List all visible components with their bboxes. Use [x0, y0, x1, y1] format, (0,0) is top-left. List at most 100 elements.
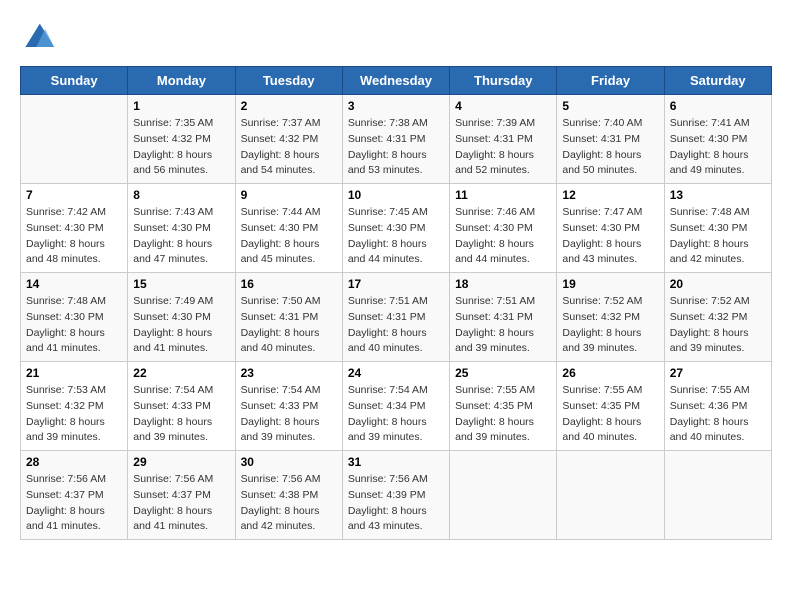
day-cell: 28 Sunrise: 7:56 AMSunset: 4:37 PMDayligh…	[21, 451, 128, 540]
day-cell: 4 Sunrise: 7:39 AMSunset: 4:31 PMDaylight…	[450, 95, 557, 184]
day-cell	[664, 451, 771, 540]
day-number: 27	[670, 366, 766, 380]
header-day-sunday: Sunday	[21, 67, 128, 95]
day-cell	[557, 451, 664, 540]
day-info: Sunrise: 7:55 AMSunset: 4:36 PMDaylight:…	[670, 383, 766, 446]
page-header	[20, 20, 772, 56]
week-row-1: 1 Sunrise: 7:35 AMSunset: 4:32 PMDaylight…	[21, 95, 772, 184]
day-info: Sunrise: 7:48 AMSunset: 4:30 PMDaylight:…	[670, 205, 766, 268]
day-info: Sunrise: 7:45 AMSunset: 4:30 PMDaylight:…	[348, 205, 444, 268]
day-info: Sunrise: 7:40 AMSunset: 4:31 PMDaylight:…	[562, 116, 658, 179]
day-number: 11	[455, 188, 551, 202]
day-info: Sunrise: 7:35 AMSunset: 4:32 PMDaylight:…	[133, 116, 229, 179]
logo	[20, 20, 60, 56]
day-info: Sunrise: 7:37 AMSunset: 4:32 PMDaylight:…	[241, 116, 337, 179]
day-info: Sunrise: 7:51 AMSunset: 4:31 PMDaylight:…	[348, 294, 444, 357]
day-number: 7	[26, 188, 122, 202]
day-info: Sunrise: 7:44 AMSunset: 4:30 PMDaylight:…	[241, 205, 337, 268]
day-info: Sunrise: 7:50 AMSunset: 4:31 PMDaylight:…	[241, 294, 337, 357]
day-number: 9	[241, 188, 337, 202]
day-cell: 30 Sunrise: 7:56 AMSunset: 4:38 PMDayligh…	[235, 451, 342, 540]
day-cell: 16 Sunrise: 7:50 AMSunset: 4:31 PMDayligh…	[235, 273, 342, 362]
day-number: 17	[348, 277, 444, 291]
day-info: Sunrise: 7:54 AMSunset: 4:33 PMDaylight:…	[241, 383, 337, 446]
day-cell: 5 Sunrise: 7:40 AMSunset: 4:31 PMDaylight…	[557, 95, 664, 184]
day-cell: 23 Sunrise: 7:54 AMSunset: 4:33 PMDayligh…	[235, 362, 342, 451]
day-cell: 24 Sunrise: 7:54 AMSunset: 4:34 PMDayligh…	[342, 362, 449, 451]
day-number: 4	[455, 99, 551, 113]
day-info: Sunrise: 7:52 AMSunset: 4:32 PMDaylight:…	[670, 294, 766, 357]
header-day-wednesday: Wednesday	[342, 67, 449, 95]
header-day-saturday: Saturday	[664, 67, 771, 95]
day-number: 24	[348, 366, 444, 380]
day-cell	[21, 95, 128, 184]
day-cell: 26 Sunrise: 7:55 AMSunset: 4:35 PMDayligh…	[557, 362, 664, 451]
day-info: Sunrise: 7:54 AMSunset: 4:33 PMDaylight:…	[133, 383, 229, 446]
day-info: Sunrise: 7:46 AMSunset: 4:30 PMDaylight:…	[455, 205, 551, 268]
day-number: 20	[670, 277, 766, 291]
day-info: Sunrise: 7:51 AMSunset: 4:31 PMDaylight:…	[455, 294, 551, 357]
day-number: 8	[133, 188, 229, 202]
day-number: 21	[26, 366, 122, 380]
calendar-body: 1 Sunrise: 7:35 AMSunset: 4:32 PMDaylight…	[21, 95, 772, 540]
day-number: 6	[670, 99, 766, 113]
day-info: Sunrise: 7:43 AMSunset: 4:30 PMDaylight:…	[133, 205, 229, 268]
week-row-3: 14 Sunrise: 7:48 AMSunset: 4:30 PMDayligh…	[21, 273, 772, 362]
day-cell: 20 Sunrise: 7:52 AMSunset: 4:32 PMDayligh…	[664, 273, 771, 362]
day-cell: 1 Sunrise: 7:35 AMSunset: 4:32 PMDaylight…	[128, 95, 235, 184]
day-cell: 18 Sunrise: 7:51 AMSunset: 4:31 PMDayligh…	[450, 273, 557, 362]
day-cell: 10 Sunrise: 7:45 AMSunset: 4:30 PMDayligh…	[342, 184, 449, 273]
day-cell: 14 Sunrise: 7:48 AMSunset: 4:30 PMDayligh…	[21, 273, 128, 362]
day-number: 26	[562, 366, 658, 380]
day-number: 16	[241, 277, 337, 291]
day-info: Sunrise: 7:41 AMSunset: 4:30 PMDaylight:…	[670, 116, 766, 179]
day-info: Sunrise: 7:48 AMSunset: 4:30 PMDaylight:…	[26, 294, 122, 357]
day-cell: 22Sunrise: 7:54 AMSunset: 4:33 PMDayligh…	[128, 362, 235, 451]
day-cell: 2Sunrise: 7:37 AMSunset: 4:32 PMDaylight…	[235, 95, 342, 184]
day-cell: 9 Sunrise: 7:44 AMSunset: 4:30 PMDaylight…	[235, 184, 342, 273]
day-cell: 3 Sunrise: 7:38 AMSunset: 4:31 PMDaylight…	[342, 95, 449, 184]
day-number: 13	[670, 188, 766, 202]
day-number: 10	[348, 188, 444, 202]
day-number: 29	[133, 455, 229, 469]
day-cell: 25Sunrise: 7:55 AMSunset: 4:35 PMDayligh…	[450, 362, 557, 451]
day-number: 23	[241, 366, 337, 380]
day-number: 5	[562, 99, 658, 113]
day-cell	[450, 451, 557, 540]
header-row: SundayMondayTuesdayWednesdayThursdayFrid…	[21, 67, 772, 95]
day-info: Sunrise: 7:55 AMSunset: 4:35 PMDaylight:…	[562, 383, 658, 446]
day-cell: 13 Sunrise: 7:48 AMSunset: 4:30 PMDayligh…	[664, 184, 771, 273]
logo-icon	[20, 20, 56, 56]
day-info: Sunrise: 7:38 AMSunset: 4:31 PMDaylight:…	[348, 116, 444, 179]
day-cell: 17 Sunrise: 7:51 AMSunset: 4:31 PMDayligh…	[342, 273, 449, 362]
day-info: Sunrise: 7:56 AMSunset: 4:38 PMDaylight:…	[241, 472, 337, 535]
day-info: Sunrise: 7:39 AMSunset: 4:31 PMDaylight:…	[455, 116, 551, 179]
day-cell: 6 Sunrise: 7:41 AMSunset: 4:30 PMDaylight…	[664, 95, 771, 184]
day-info: Sunrise: 7:49 AMSunset: 4:30 PMDaylight:…	[133, 294, 229, 357]
day-number: 31	[348, 455, 444, 469]
week-row-4: 21 Sunrise: 7:53 AMSunset: 4:32 PMDayligh…	[21, 362, 772, 451]
day-number: 12	[562, 188, 658, 202]
day-info: Sunrise: 7:54 AMSunset: 4:34 PMDaylight:…	[348, 383, 444, 446]
calendar-header: SundayMondayTuesdayWednesdayThursdayFrid…	[21, 67, 772, 95]
day-number: 18	[455, 277, 551, 291]
week-row-2: 7Sunrise: 7:42 AMSunset: 4:30 PMDaylight…	[21, 184, 772, 273]
day-number: 30	[241, 455, 337, 469]
day-number: 15	[133, 277, 229, 291]
day-number: 14	[26, 277, 122, 291]
header-day-thursday: Thursday	[450, 67, 557, 95]
day-cell: 29Sunrise: 7:56 AMSunset: 4:37 PMDayligh…	[128, 451, 235, 540]
day-info: Sunrise: 7:56 AMSunset: 4:37 PMDaylight:…	[26, 472, 122, 535]
day-cell: 11 Sunrise: 7:46 AMSunset: 4:30 PMDayligh…	[450, 184, 557, 273]
day-info: Sunrise: 7:53 AMSunset: 4:32 PMDaylight:…	[26, 383, 122, 446]
day-number: 1	[133, 99, 229, 113]
day-cell: 31Sunrise: 7:56 AMSunset: 4:39 PMDayligh…	[342, 451, 449, 540]
day-number: 3	[348, 99, 444, 113]
day-number: 19	[562, 277, 658, 291]
day-number: 28	[26, 455, 122, 469]
day-info: Sunrise: 7:52 AMSunset: 4:32 PMDaylight:…	[562, 294, 658, 357]
day-info: Sunrise: 7:55 AMSunset: 4:35 PMDaylight:…	[455, 383, 551, 446]
day-cell: 12 Sunrise: 7:47 AMSunset: 4:30 PMDayligh…	[557, 184, 664, 273]
day-info: Sunrise: 7:47 AMSunset: 4:30 PMDaylight:…	[562, 205, 658, 268]
header-day-monday: Monday	[128, 67, 235, 95]
